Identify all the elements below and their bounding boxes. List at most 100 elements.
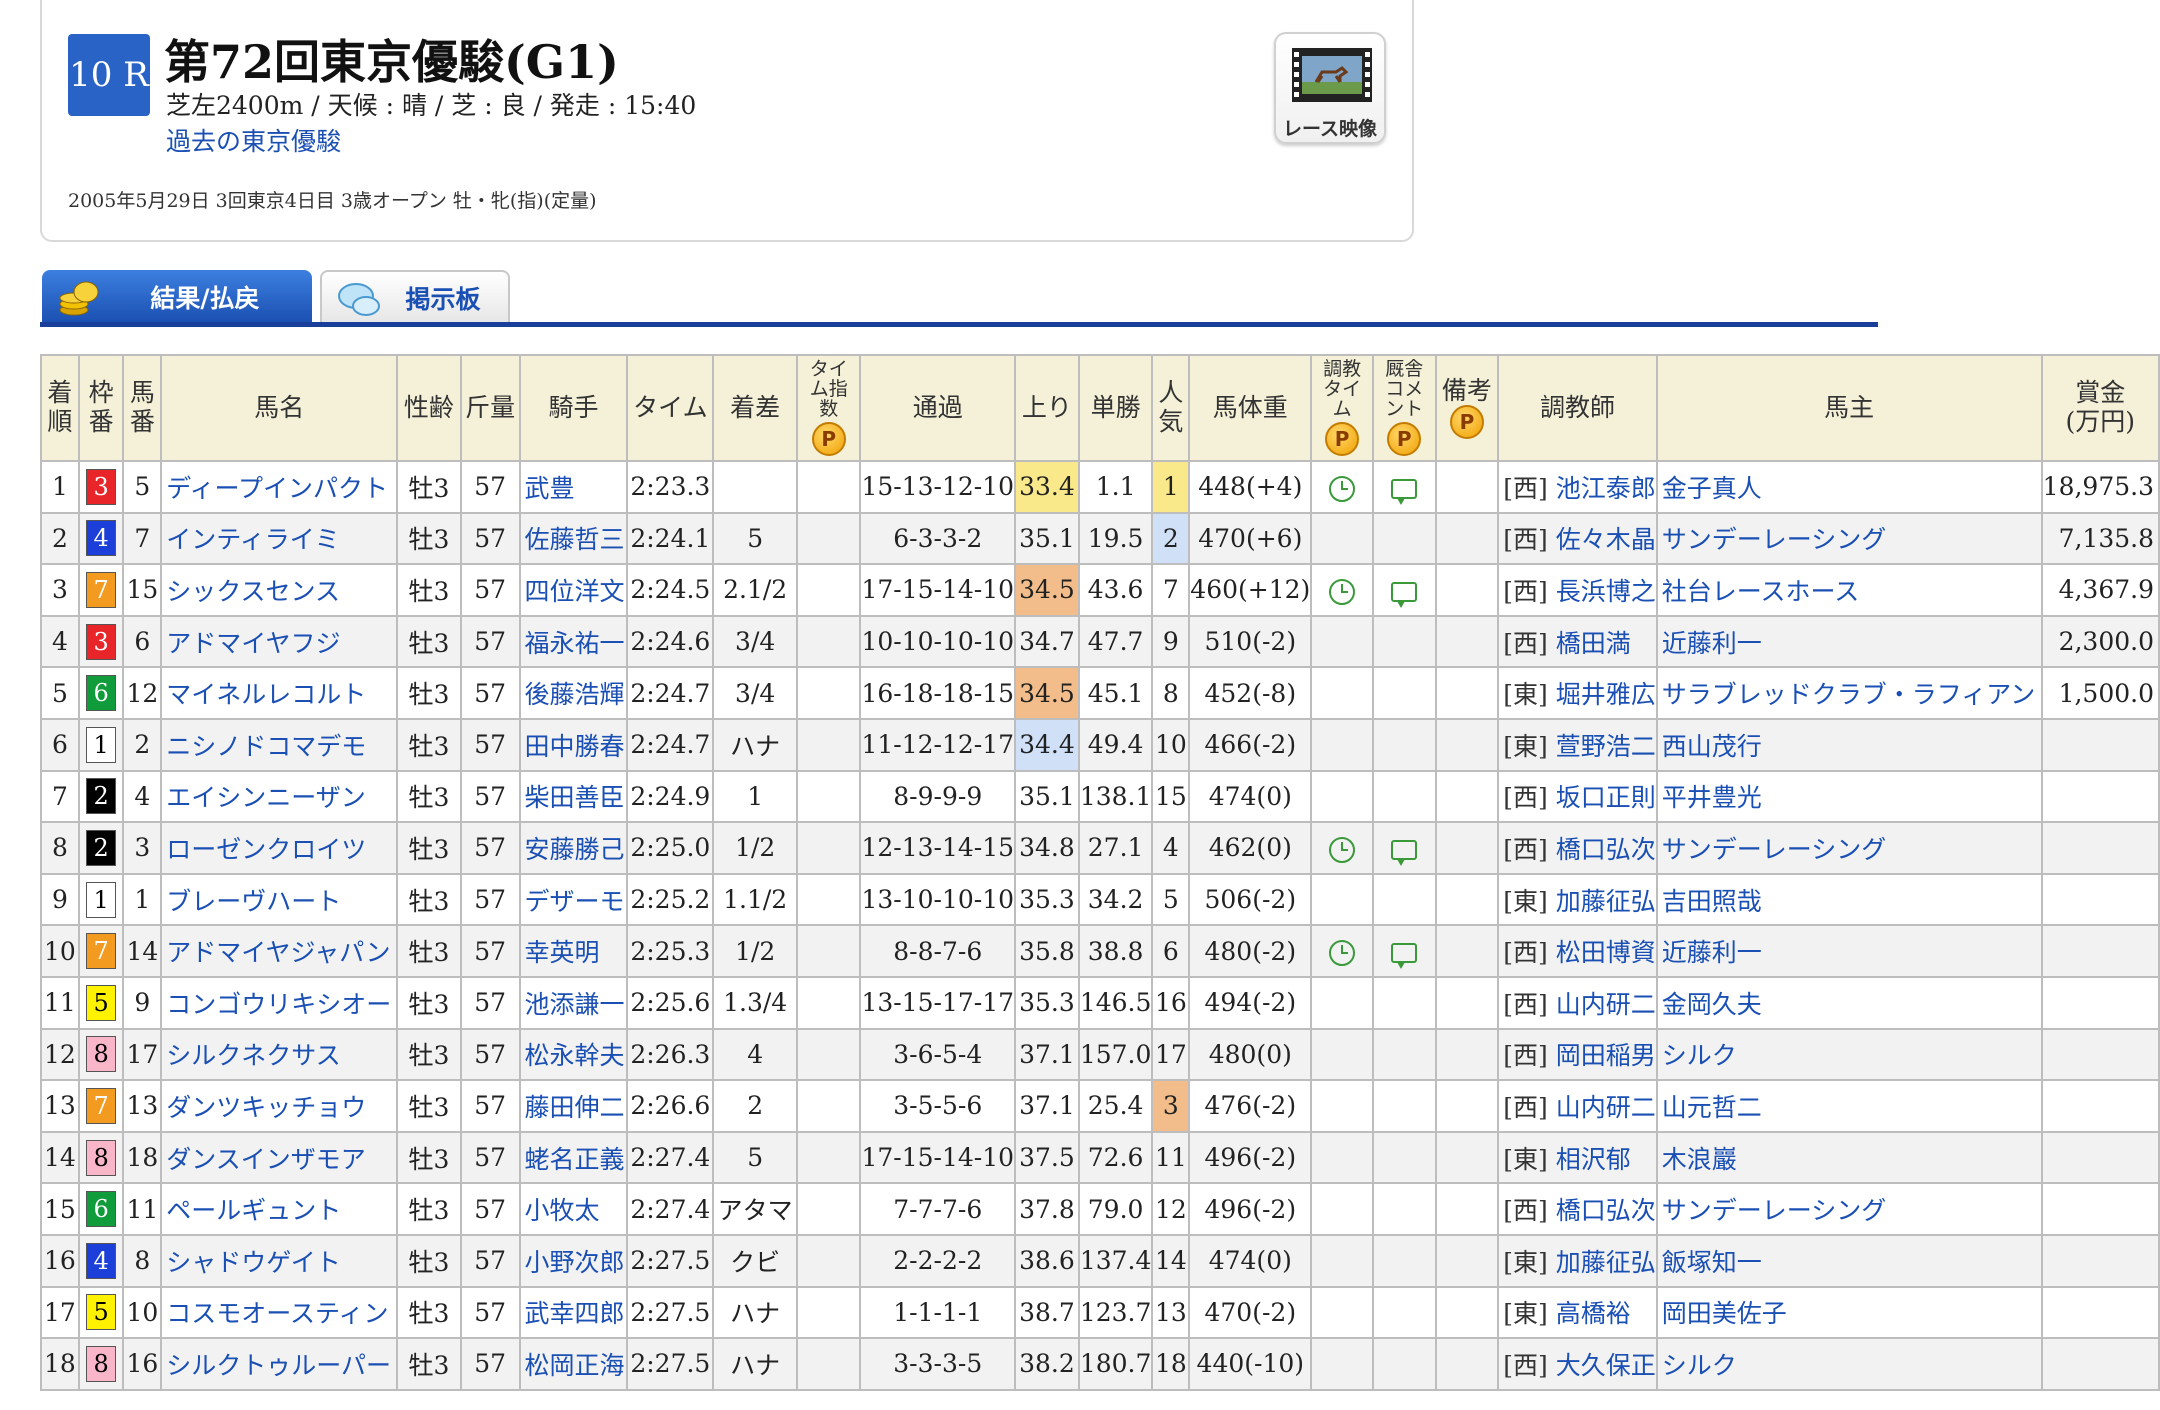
horse-name-link[interactable]: アドマイヤフジ <box>160 614 399 669</box>
header-sex-age[interactable]: 性齢 <box>396 354 462 462</box>
jockey-link[interactable]: デザーモ <box>518 872 629 927</box>
trainer-link[interactable]: 萱野浩二 <box>1556 732 1655 761</box>
horse-name-link[interactable]: ブレーヴハート <box>160 872 399 927</box>
jockey-link[interactable]: 武幸四郎 <box>518 1285 629 1340</box>
trainer-link[interactable]: 橋口弘次 <box>1556 835 1655 864</box>
header-popularity[interactable]: 人気 <box>1151 354 1191 462</box>
header-training-time[interactable]: 調教タイム P <box>1310 354 1374 462</box>
horse-name-link[interactable]: インティライミ <box>160 511 399 566</box>
horse-name-link[interactable]: シルクネクサス <box>160 1027 399 1082</box>
horse-name-link[interactable]: ダンスインザモア <box>160 1130 399 1185</box>
jockey-link[interactable]: 池添謙一 <box>518 975 629 1030</box>
jockey-link[interactable]: 安藤勝己 <box>518 821 629 875</box>
past-races-link[interactable]: 過去の東京優駿 <box>166 122 341 158</box>
owner-link[interactable]: 平井豊光 <box>1655 769 2043 824</box>
header-odds[interactable]: 単勝 <box>1077 354 1154 462</box>
trainer-link[interactable]: 大久保正 <box>1556 1351 1655 1380</box>
jockey-link[interactable]: 藤田伸二 <box>518 1079 629 1133</box>
jockey-link[interactable]: 松岡正海 <box>518 1337 629 1391</box>
header-body-weight[interactable]: 馬体重 <box>1188 354 1313 462</box>
owner-link[interactable]: 近藤利一 <box>1655 924 2043 978</box>
horse-name-link[interactable]: シルクトゥルーパー <box>160 1337 399 1391</box>
owner-link[interactable]: サンデーレーシング <box>1655 511 2043 566</box>
header-passing[interactable]: 通過 <box>859 354 1017 462</box>
comment-bubble-icon[interactable] <box>1391 581 1418 608</box>
jockey-link[interactable]: 幸英明 <box>518 924 629 978</box>
header-jockey[interactable]: 騎手 <box>518 354 629 462</box>
header-waku[interactable]: 枠番 <box>77 354 125 462</box>
trainer-link[interactable]: 長浜博之 <box>1556 577 1655 606</box>
jockey-link[interactable]: 蛯名正義 <box>518 1130 629 1185</box>
trainer-link[interactable]: 橋田満 <box>1556 629 1631 658</box>
jockey-link[interactable]: 佐藤哲三 <box>518 511 629 566</box>
owner-link[interactable]: サンデーレーシング <box>1655 1182 2043 1236</box>
trainer-link[interactable]: 山内研二 <box>1556 990 1655 1019</box>
owner-link[interactable]: 岡田美佐子 <box>1655 1285 2043 1340</box>
owner-link[interactable]: サンデーレーシング <box>1655 821 2043 875</box>
owner-link[interactable]: 金子真人 <box>1655 460 2043 514</box>
jockey-link[interactable]: 福永祐一 <box>518 614 629 669</box>
owner-link[interactable]: 木浪巖 <box>1655 1130 2043 1185</box>
header-last3f[interactable]: 上り <box>1014 354 1080 462</box>
trainer-link[interactable]: 橋口弘次 <box>1556 1196 1655 1225</box>
horse-name-link[interactable]: アドマイヤジャパン <box>160 924 399 978</box>
trainer-link[interactable]: 松田博資 <box>1556 938 1655 967</box>
header-finish[interactable]: 着順 <box>40 354 80 462</box>
trainer-link[interactable]: 相沢郁 <box>1556 1145 1631 1174</box>
jockey-link[interactable]: 武豊 <box>518 460 629 514</box>
horse-name-link[interactable]: ダンツキッチョウ <box>160 1079 399 1133</box>
trainer-link[interactable]: 佐々木晶 <box>1556 525 1655 554</box>
comment-bubble-icon[interactable] <box>1391 839 1418 866</box>
header-trainer[interactable]: 調教師 <box>1497 354 1658 462</box>
header-time-index[interactable]: タイム指数 P <box>796 354 862 462</box>
clock-icon[interactable] <box>1329 475 1356 502</box>
horse-name-link[interactable]: ペールギュント <box>160 1182 399 1236</box>
trainer-link[interactable]: 加藤征弘 <box>1556 887 1655 916</box>
trainer-link[interactable]: 山内研二 <box>1556 1093 1655 1122</box>
owner-link[interactable]: 吉田照哉 <box>1655 872 2043 927</box>
horse-name-link[interactable]: エイシンニーザン <box>160 769 399 824</box>
horse-name-link[interactable]: シックスセンス <box>160 563 399 617</box>
header-prize[interactable]: 賞金(万円) <box>2040 354 2160 462</box>
header-horse-name[interactable]: 馬名 <box>160 354 399 462</box>
jockey-link[interactable]: 後藤浩輝 <box>518 666 629 720</box>
trainer-link[interactable]: 坂口正則 <box>1556 783 1655 812</box>
horse-name-link[interactable]: コンゴウリキシオー <box>160 975 399 1030</box>
horse-name-link[interactable]: ローゼンクロイツ <box>160 821 399 875</box>
horse-name-link[interactable]: ニシノドコマデモ <box>160 717 399 772</box>
owner-link[interactable]: サラブレッドクラブ・ラフィアン <box>1655 666 2043 720</box>
jockey-link[interactable]: 小野次郎 <box>518 1233 629 1288</box>
jockey-link[interactable]: 柴田善臣 <box>518 769 629 824</box>
owner-link[interactable]: シルク <box>1655 1337 2043 1391</box>
jockey-link[interactable]: 松永幹夫 <box>518 1027 629 1082</box>
tab-results-payout[interactable]: 結果/払戻 <box>42 270 312 324</box>
trainer-link[interactable]: 岡田稲男 <box>1556 1041 1655 1070</box>
trainer-link[interactable]: 堀井雅広 <box>1556 680 1655 709</box>
owner-link[interactable]: 山元哲二 <box>1655 1079 2043 1133</box>
horse-name-link[interactable]: シャドウゲイト <box>160 1233 399 1288</box>
owner-link[interactable]: シルク <box>1655 1027 2043 1082</box>
clock-icon[interactable] <box>1329 578 1356 605</box>
trainer-link[interactable]: 加藤征弘 <box>1556 1248 1655 1277</box>
trainer-link[interactable]: 池江泰郎 <box>1556 474 1655 503</box>
header-margin[interactable]: 着差 <box>712 354 799 462</box>
horse-name-link[interactable]: ディープインパクト <box>160 460 399 514</box>
header-time[interactable]: タイム <box>626 354 715 462</box>
header-stable-comment[interactable]: 厩舎コメント P <box>1371 354 1437 462</box>
header-umaban[interactable]: 馬番 <box>122 354 163 462</box>
comment-bubble-icon[interactable] <box>1391 943 1418 970</box>
owner-link[interactable]: 飯塚知一 <box>1655 1233 2043 1288</box>
jockey-link[interactable]: 四位洋文 <box>518 563 629 617</box>
tab-bulletin-board[interactable]: 掲示板 <box>320 270 510 324</box>
owner-link[interactable]: 社台レースホース <box>1655 563 2043 617</box>
owner-link[interactable]: 西山茂行 <box>1655 717 2043 772</box>
comment-bubble-icon[interactable] <box>1391 478 1418 505</box>
header-weight[interactable]: 斤量 <box>459 354 521 462</box>
horse-name-link[interactable]: コスモオースティン <box>160 1285 399 1340</box>
owner-link[interactable]: 金岡久夫 <box>1655 975 2043 1030</box>
horse-name-link[interactable]: マイネルレコルト <box>160 666 399 720</box>
clock-icon[interactable] <box>1329 939 1356 966</box>
jockey-link[interactable]: 田中勝春 <box>518 717 629 772</box>
owner-link[interactable]: 近藤利一 <box>1655 614 2043 669</box>
jockey-link[interactable]: 小牧太 <box>518 1182 629 1236</box>
